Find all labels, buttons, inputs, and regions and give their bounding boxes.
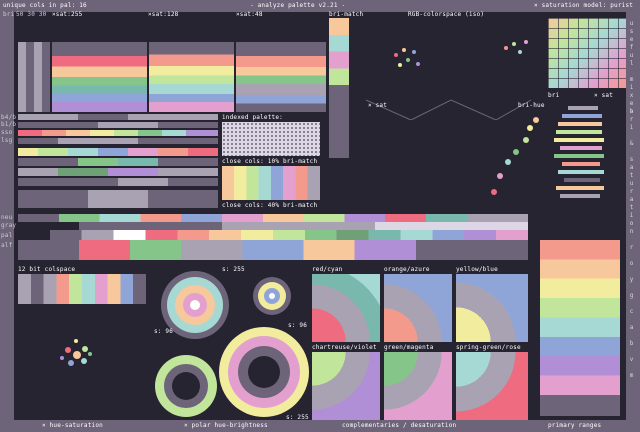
strip-7 bbox=[18, 168, 218, 176]
primary-ranges-footer: primary ranges bbox=[548, 422, 602, 429]
strip-1 bbox=[18, 114, 218, 120]
red-cyan-label: red/cyan bbox=[312, 266, 343, 273]
strip-9 bbox=[18, 190, 218, 208]
gray-row bbox=[18, 222, 528, 230]
yellow-blue-square bbox=[456, 274, 528, 342]
indexed-palette-grid bbox=[222, 122, 320, 156]
yellow-blue-label: yellow/blue bbox=[456, 266, 498, 273]
polar-wheel-s96-a bbox=[253, 277, 291, 315]
close-cols-10-grid bbox=[222, 166, 320, 200]
colspace-strip bbox=[18, 274, 146, 304]
strip-4 bbox=[18, 138, 218, 144]
alf-row bbox=[18, 240, 528, 260]
sat255-label: ×sat:255 bbox=[52, 11, 83, 18]
polar-wheel-s96-b bbox=[155, 355, 217, 417]
green-magenta-square bbox=[384, 352, 452, 420]
bri-label: bri bbox=[548, 92, 560, 99]
pal-label: pal bbox=[1, 232, 13, 239]
chartreuse-violet-label: chartreuse/violet bbox=[312, 344, 377, 351]
x-sat-label: × sat bbox=[368, 102, 388, 109]
strip-6 bbox=[18, 158, 218, 166]
orange-azure-square bbox=[384, 274, 452, 342]
bri-saturation-bars bbox=[548, 102, 616, 206]
bri-hue-label: bri-hue bbox=[518, 102, 545, 109]
s255-label-b: s: 255 bbox=[286, 414, 309, 421]
hue-band-sat48 bbox=[236, 42, 326, 112]
close-cols-40-label: close cols: 40% bri-match bbox=[222, 202, 318, 209]
polar-footer: × polar hue-brightness bbox=[184, 422, 268, 429]
sat128-label: ×sat:128 bbox=[148, 11, 179, 18]
bri-legend-label: bri bbox=[3, 11, 15, 18]
bri-match-column bbox=[329, 18, 349, 158]
b-label-2: b1/b bbox=[1, 121, 17, 128]
complementaries-footer: complementaries / desaturation bbox=[342, 422, 457, 429]
neu-label: neu bbox=[1, 214, 13, 221]
bri-hue-scatter bbox=[491, 117, 539, 195]
useful-mixes-grid bbox=[548, 18, 626, 88]
s255-label-a: s: 255 bbox=[222, 266, 245, 273]
strip-5 bbox=[18, 148, 218, 156]
roygcabvm-label: r o y g c a b v m bbox=[628, 244, 635, 380]
orange-azure-label: orange/azure bbox=[384, 266, 430, 273]
green-magenta-label: green/magenta bbox=[384, 344, 434, 351]
indexed-palette-label: indexed palette: bbox=[222, 114, 283, 121]
bri-legend-values: 50 30 30 bbox=[16, 11, 47, 18]
chartreuse-violet-square bbox=[312, 352, 380, 420]
rgb-colorspace-label: RGB-colorspace (iso) bbox=[408, 11, 485, 18]
hue-band-sat255 bbox=[52, 42, 147, 112]
red-cyan-square bbox=[312, 274, 380, 342]
spring-rose-label: spring-green/rose bbox=[456, 344, 521, 351]
bri-saturation-label: bri & saturation bbox=[628, 108, 635, 236]
bri-match-label: bri-match bbox=[329, 11, 364, 18]
hue-sat-wheel bbox=[60, 339, 92, 366]
unique-cols-label: unique cols in pal: 16 bbox=[3, 2, 87, 9]
primary-ranges-chart bbox=[540, 240, 620, 416]
alf-label: alf bbox=[1, 242, 13, 249]
hue-saturation-footer: × hue-saturation bbox=[42, 422, 103, 429]
lsg-label: lsg bbox=[1, 137, 13, 144]
useful-mixes-label: useful mixes bbox=[628, 20, 635, 116]
neutral-row bbox=[18, 214, 528, 222]
sat48-label: ×sat:48 bbox=[236, 11, 263, 18]
sso-label: sso bbox=[1, 129, 13, 136]
close-cols-10-label: close cols: 10% bri-match bbox=[222, 158, 318, 165]
gray-label: gray bbox=[1, 222, 17, 229]
b-label-1: b4/b bbox=[1, 114, 17, 121]
s96-label-b: s: 96 bbox=[154, 328, 174, 335]
spring-rose-square bbox=[456, 352, 528, 420]
app-title: - analyze palette v2.21 - bbox=[250, 2, 346, 9]
strip-2 bbox=[18, 122, 218, 128]
strip-3 bbox=[18, 130, 218, 136]
strip-8 bbox=[18, 178, 218, 186]
hue-band-sat128 bbox=[149, 42, 234, 112]
x-sat-label-2: × sat bbox=[594, 92, 614, 99]
saturation-model-label[interactable]: × saturation model: purist bbox=[534, 2, 633, 9]
colspace-label: 12 bit colspace bbox=[18, 266, 76, 273]
palette-row bbox=[18, 230, 528, 240]
brightness-columns bbox=[18, 42, 50, 112]
polar-wheel-s255-b bbox=[219, 327, 309, 417]
